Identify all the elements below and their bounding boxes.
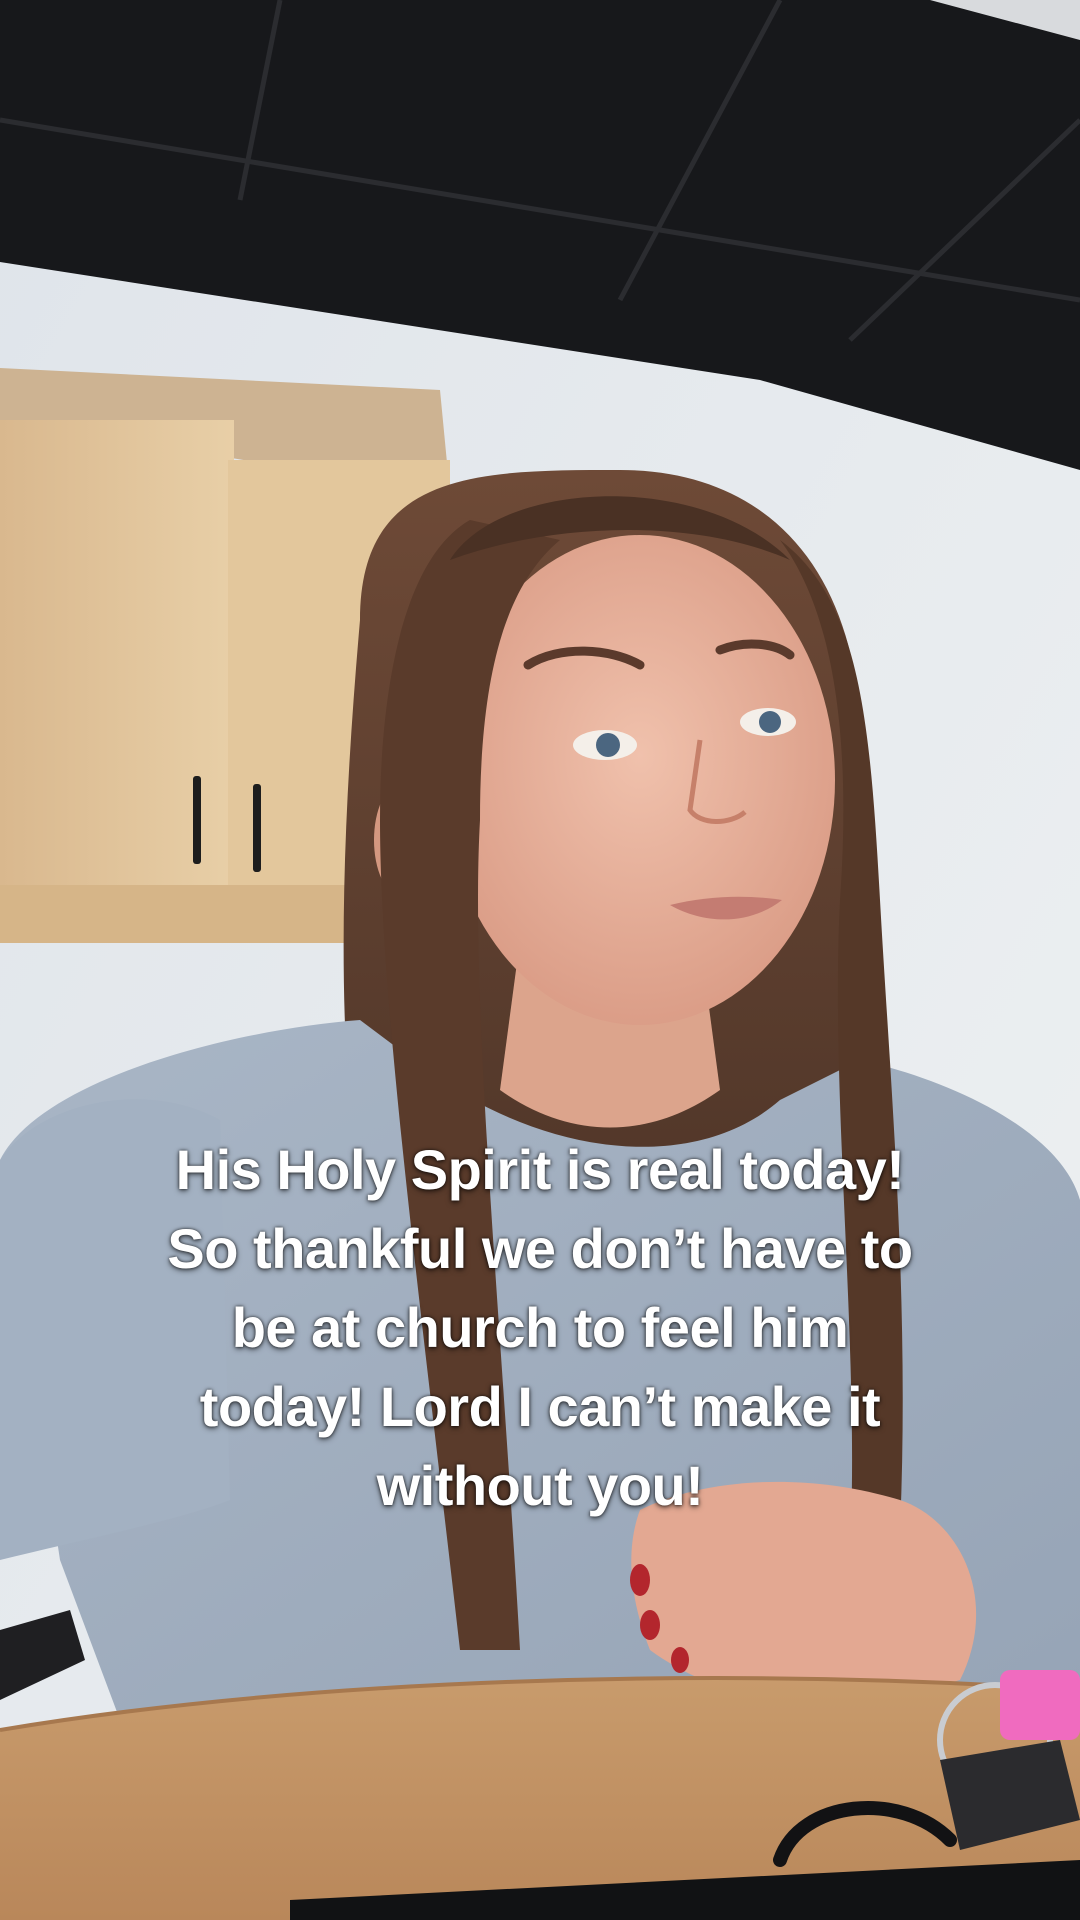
video-frame[interactable]: His Holy Spirit is real today! So thankf…: [0, 0, 1080, 1920]
fingernail: [630, 1564, 650, 1596]
cabinet-handle-right: [253, 784, 261, 872]
caption-line: today! Lord I can’t make it: [199, 1375, 881, 1438]
caption-line: be at church to feel him: [231, 1296, 849, 1359]
cabinet-handle-left: [193, 776, 201, 864]
caption-line: So thankful we don’t have to: [167, 1217, 913, 1280]
cabinet-bottom-edge: [0, 885, 360, 943]
caption-line: without you!: [376, 1454, 704, 1517]
pink-keychain: [1000, 1670, 1080, 1740]
video-scene: [0, 0, 1080, 1920]
caption-overlay: His Holy Spirit is real today! So thankf…: [40, 1130, 1040, 1525]
caption-line: His Holy Spirit is real today!: [175, 1138, 905, 1201]
